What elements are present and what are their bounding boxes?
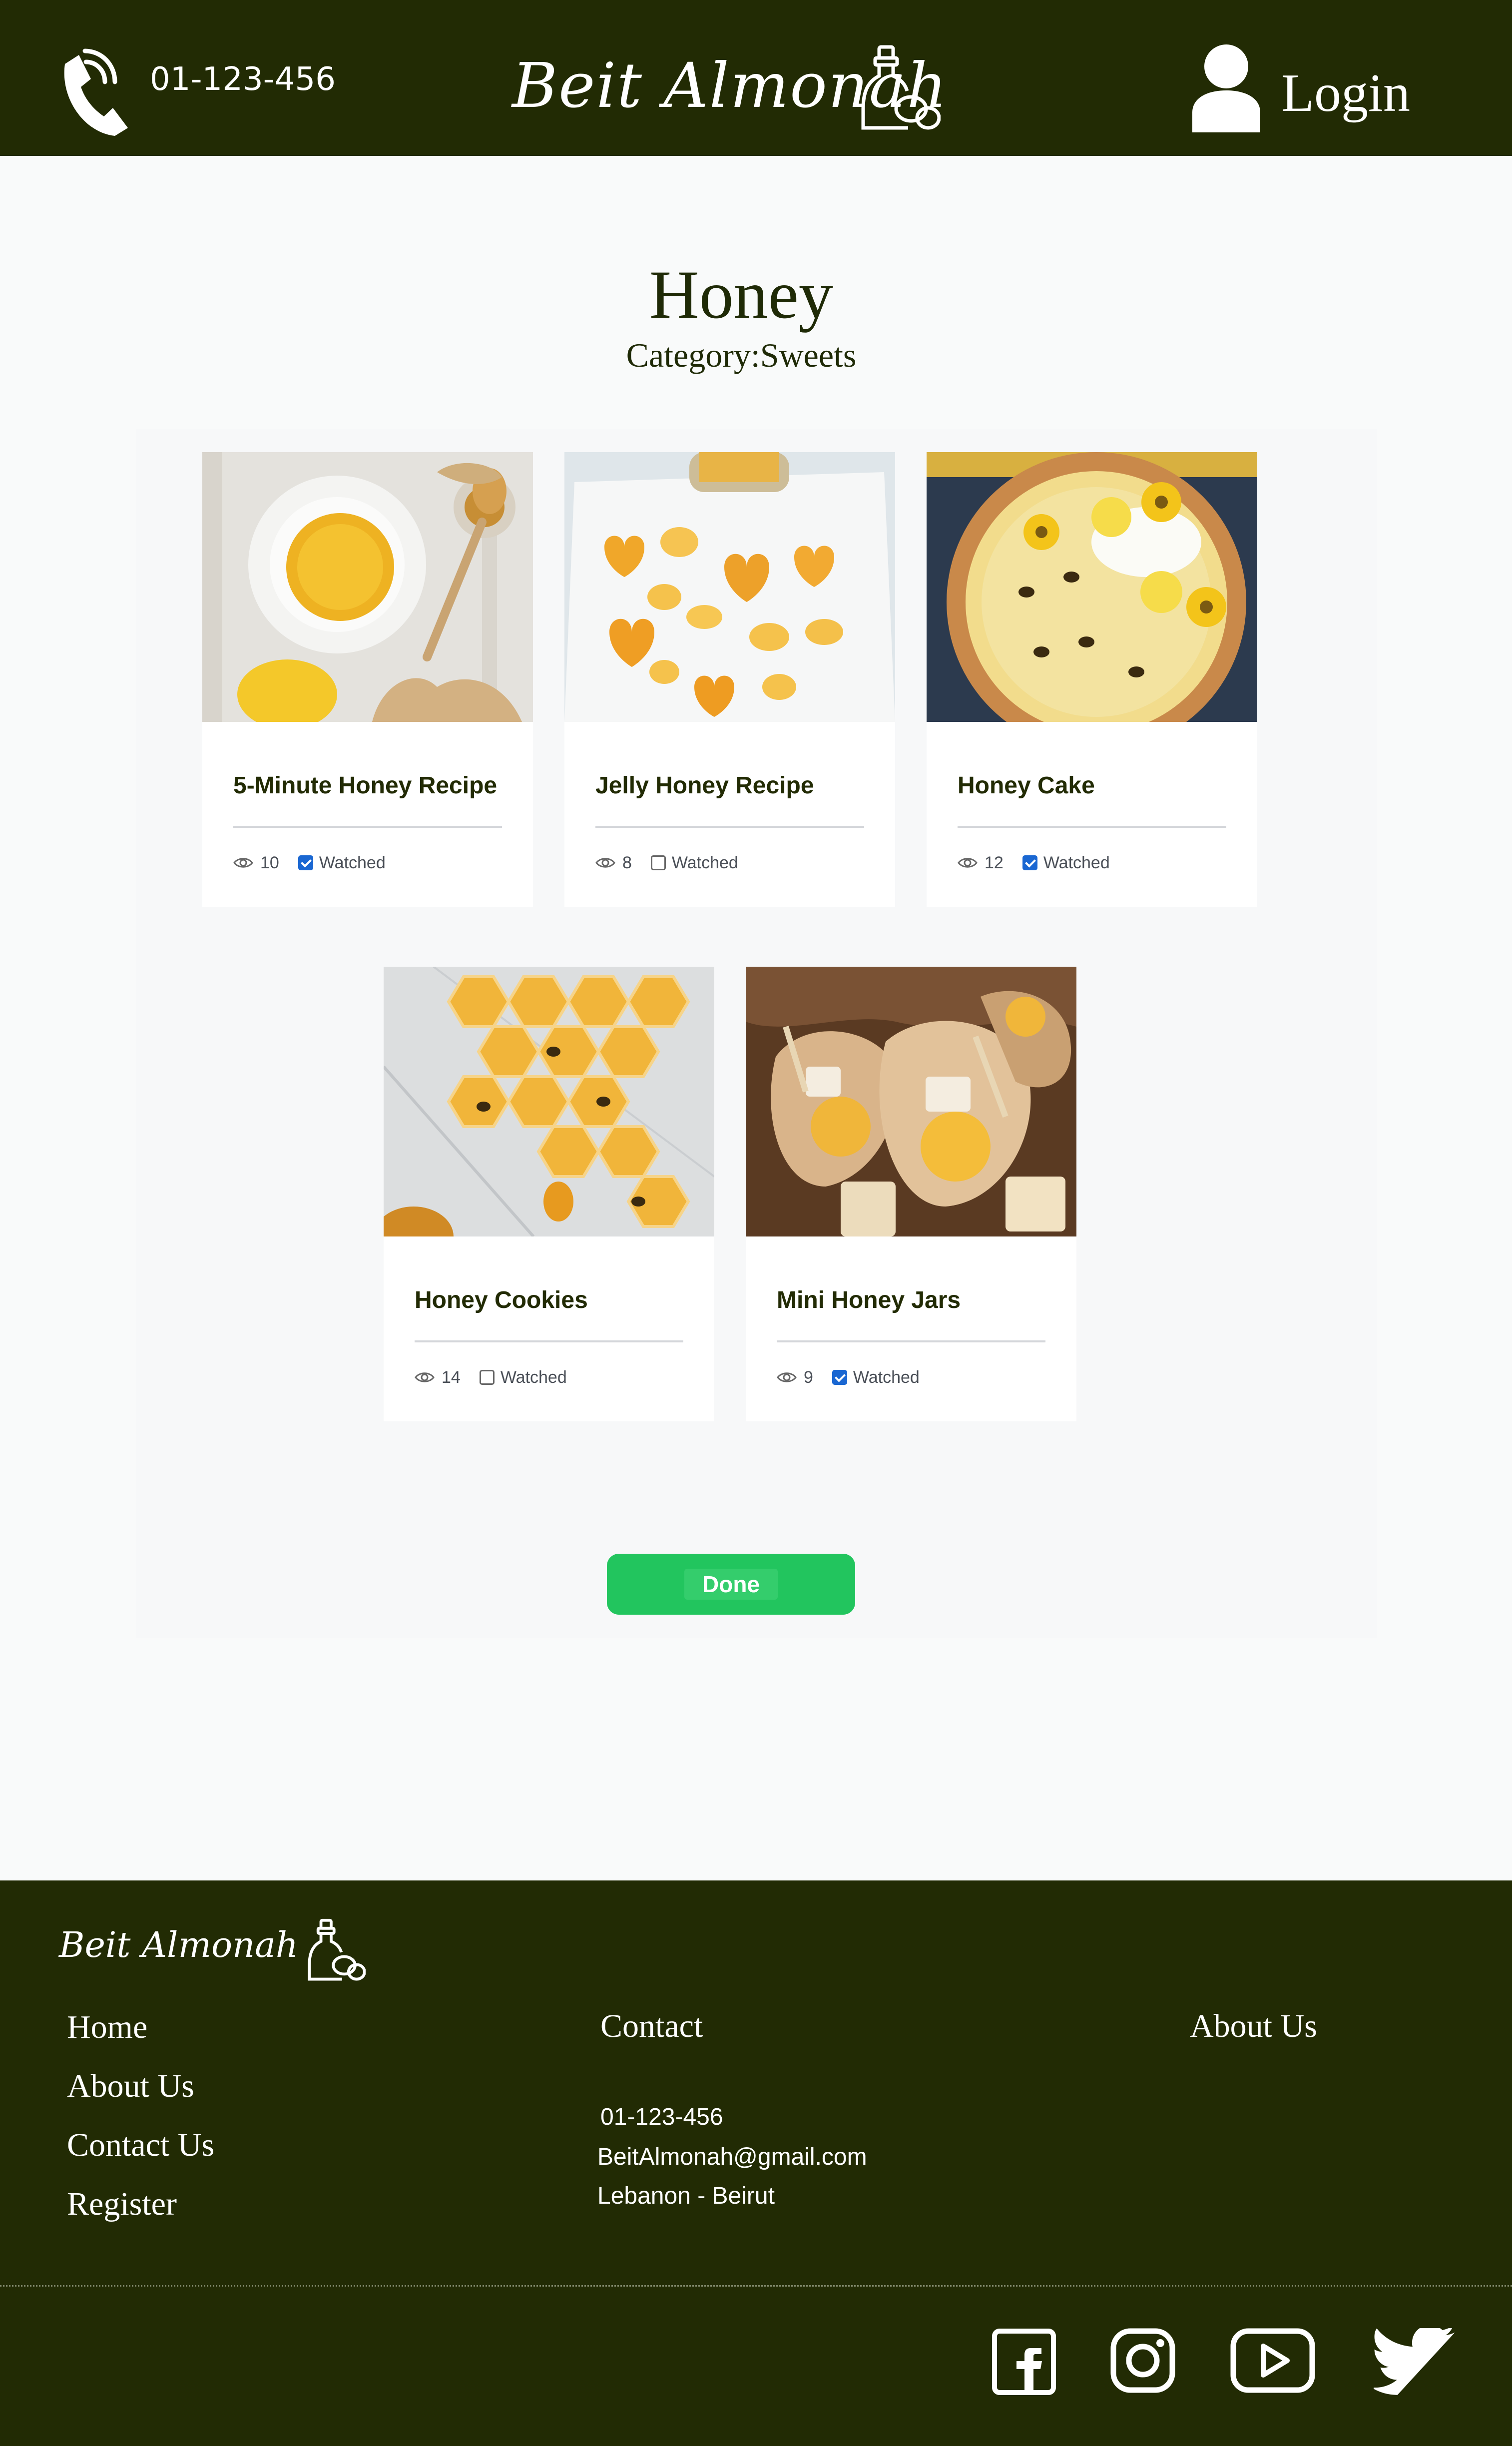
card-meta: 12 Watched	[958, 852, 1110, 874]
category-label: Category:	[626, 336, 760, 374]
footer-contact-heading: Contact	[600, 2008, 703, 2044]
honey-bottle-icon	[308, 1918, 366, 1981]
footer-email[interactable]: BeitAlmonah@gmail.com	[597, 2143, 867, 2171]
card-meta: 14 Watched	[415, 1366, 567, 1388]
view-count: 9	[804, 1367, 813, 1387]
card-divider	[777, 1340, 1045, 1342]
youtube-icon[interactable]	[1230, 2328, 1315, 2393]
card-meta: 10 Watched	[233, 852, 386, 874]
footer-brand-logo[interactable]: Beit Almonah	[59, 1924, 298, 1965]
eye-icon	[415, 1372, 435, 1382]
card-meta: 8 Watched	[595, 852, 738, 874]
category-line: Category:Sweets	[0, 336, 1483, 375]
recipe-card[interactable]: 5-Minute Honey Recipe 10 Watched	[202, 452, 533, 907]
footer-divider	[0, 2285, 1512, 2287]
view-count: 12	[985, 853, 1004, 872]
user-icon[interactable]	[1191, 42, 1261, 132]
footer-address: Lebanon - Beirut	[597, 2183, 775, 2209]
watched-label: Watched	[1043, 853, 1110, 872]
footer-about-heading: About Us	[1190, 2008, 1317, 2044]
recipe-card[interactable]: Honey Cookies 14 Watched	[384, 967, 714, 1421]
eye-icon	[233, 858, 253, 868]
watched-label: Watched	[500, 1367, 567, 1387]
honey-bottle-icon	[861, 45, 941, 130]
card-title[interactable]: Honey Cookies	[415, 1286, 588, 1314]
watched-label: Watched	[671, 853, 738, 872]
view-count: 8	[622, 853, 632, 872]
card-divider	[415, 1340, 683, 1342]
twitter-icon[interactable]	[1374, 2328, 1459, 2398]
card-meta: 9 Watched	[777, 1366, 920, 1388]
card-title[interactable]: 5-Minute Honey Recipe	[233, 772, 497, 799]
done-button[interactable]: Done	[607, 1554, 855, 1615]
watched-checkbox[interactable]	[479, 1370, 495, 1385]
watched-checkbox[interactable]	[832, 1370, 847, 1385]
phone-icon	[64, 48, 128, 136]
watched-label: Watched	[319, 853, 386, 872]
card-divider	[958, 826, 1226, 828]
card-divider	[595, 826, 864, 828]
header-phone[interactable]: 01-123-456	[150, 61, 336, 98]
honey-gummies-photo	[564, 452, 895, 722]
page-title: Honey	[649, 256, 833, 333]
watched-checkbox[interactable]	[298, 855, 313, 870]
footer-link-register[interactable]: Register	[67, 2185, 177, 2223]
view-count: 10	[260, 853, 279, 872]
recipe-card[interactable]: Jelly Honey Recipe 8 Watched	[564, 452, 895, 907]
login-link[interactable]: Login	[1281, 62, 1410, 124]
honey-cake-photo	[927, 452, 1257, 722]
card-title[interactable]: Honey Cake	[958, 772, 1095, 799]
honey-cookies-photo	[384, 967, 714, 1236]
eye-icon	[958, 858, 978, 868]
card-title[interactable]: Jelly Honey Recipe	[595, 772, 814, 799]
footer-phone[interactable]: 01-123-456	[600, 2103, 723, 2131]
category-value: Sweets	[760, 336, 857, 374]
view-count: 14	[442, 1367, 461, 1387]
watched-label: Watched	[853, 1367, 920, 1387]
recipe-card[interactable]: Honey Cake 12 Watched	[927, 452, 1257, 907]
recipe-card[interactable]: Mini Honey Jars 9 Watched	[746, 967, 1076, 1421]
mini-honey-jars-photo	[746, 967, 1076, 1236]
eye-icon	[777, 1372, 797, 1382]
footer-link-contact[interactable]: Contact Us	[67, 2126, 214, 2164]
facebook-icon[interactable]	[992, 2328, 1056, 2396]
done-button-label: Done	[684, 1569, 778, 1600]
eye-icon	[595, 858, 615, 868]
watched-checkbox[interactable]	[650, 855, 666, 870]
instagram-icon[interactable]	[1110, 2328, 1175, 2393]
footer-link-home[interactable]: Home	[67, 2008, 147, 2046]
watched-checkbox[interactable]	[1022, 855, 1037, 870]
card-title[interactable]: Mini Honey Jars	[777, 1286, 961, 1314]
footer-link-about[interactable]: About Us	[67, 2067, 194, 2105]
honey-tea-photo	[202, 452, 533, 722]
card-divider	[233, 826, 502, 828]
